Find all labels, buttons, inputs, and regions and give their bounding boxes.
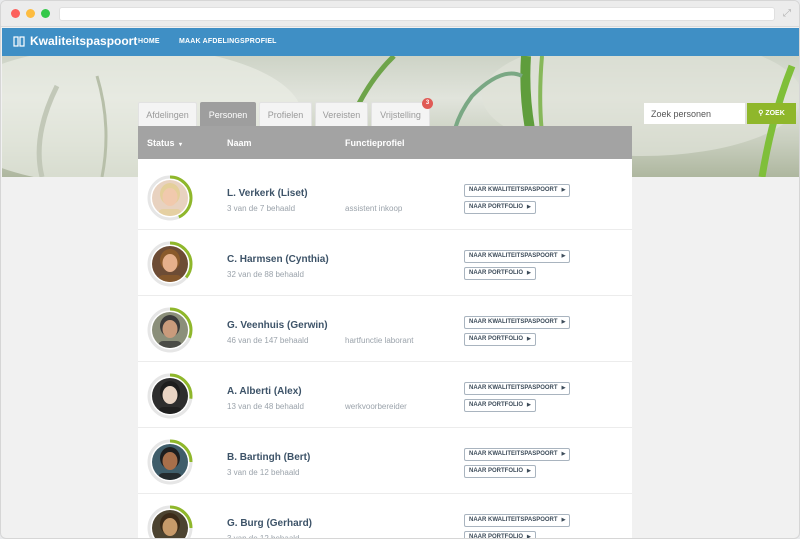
top-navbar: Kwaliteitspaspoort HOME MAAK AFDELINGSPR… [2,28,799,56]
play-arrow-icon: ▶ [527,336,531,342]
naar-kwaliteitspaspoort-label: NAAR KWALITEITSPASPOORT [469,451,558,457]
status-header-label: Status [147,138,175,148]
person-name[interactable]: L. Verkerk (Liset) [227,188,308,199]
table-header: Status ▾ Naam Functieprofiel [138,126,632,159]
naar-portfolio-label: NAAR PORTFOLIO [469,468,523,474]
fullscreen-icon[interactable]: ⤢ [783,7,791,21]
naar-portfolio-label: NAAR PORTFOLIO [469,204,523,210]
brand-name: Kwaliteitspaspoort [30,34,138,48]
address-bar[interactable] [59,7,775,21]
play-arrow-icon: ▶ [561,319,566,325]
person-row[interactable]: A. Alberti (Alex) 13 van de 48 behaald w… [138,362,632,428]
play-arrow-icon: ▶ [561,385,566,391]
person-functieprofiel: hartfunctie laborant [345,336,414,345]
play-arrow-icon: ▶ [527,468,531,474]
play-arrow-icon: ▶ [561,253,566,259]
browser-titlebar: ⤢ [1,1,799,27]
person-row[interactable]: G. Burg (Gerhard) 3 van de 12 behaald NA… [138,494,632,539]
naar-portfolio-button[interactable]: NAAR PORTFOLIO ▶ [464,399,536,412]
naar-kwaliteitspaspoort-label: NAAR KWALITEITSPASPOORT [469,385,558,391]
person-name[interactable]: C. Harmsen (Cynthia) [227,254,329,265]
progress-ring [147,241,193,287]
naar-portfolio-label: NAAR PORTFOLIO [469,534,523,539]
person-progress: 32 van de 88 behaald [227,270,304,279]
person-name[interactable]: G. Burg (Gerhard) [227,518,312,529]
play-arrow-icon: ▶ [561,187,566,193]
play-arrow-icon: ▶ [527,402,531,408]
naar-kwaliteitspaspoort-label: NAAR KWALITEITSPASPOORT [469,517,558,523]
progress-ring [147,439,193,485]
naar-kwaliteitspaspoort-button[interactable]: NAAR KWALITEITSPASPOORT ▶ [464,514,571,527]
progress-ring [147,175,193,221]
tab-profielen[interactable]: Profielen [259,102,312,126]
person-row[interactable]: C. Harmsen (Cynthia) 32 van de 88 behaal… [138,230,632,296]
naar-portfolio-button[interactable]: NAAR PORTFOLIO ▶ [464,531,536,539]
avatar [152,510,188,538]
avatar [152,312,188,348]
play-arrow-icon: ▶ [527,204,531,210]
nav-maak-afdelingsprofiel[interactable]: MAAK AFDELINGSPROFIEL [179,38,277,45]
play-arrow-icon: ▶ [561,517,566,523]
progress-ring [147,505,193,538]
tab-vrijstelling-label: Vrijstelling [380,110,421,120]
person-progress: 3 van de 7 behaald [227,204,296,213]
naar-portfolio-label: NAAR PORTFOLIO [469,336,523,342]
person-progress: 46 van de 147 behaald [227,336,309,345]
minimize-window-button[interactable] [26,9,35,18]
naar-kwaliteitspaspoort-button[interactable]: NAAR KWALITEITSPASPOORT ▶ [464,316,571,329]
person-row[interactable]: B. Bartingh (Bert) 3 van de 12 behaald N… [138,428,632,494]
browser-window: ⤢ Kwaliteitspaspoort HOME MAAK AFDELINGS… [0,0,800,539]
avatar [152,246,188,282]
naar-kwaliteitspaspoort-label: NAAR KWALITEITSPASPOORT [469,187,558,193]
naar-kwaliteitspaspoort-button[interactable]: NAAR KWALITEITSPASPOORT ▶ [464,184,571,197]
person-row[interactable]: L. Verkerk (Liset) 3 van de 7 behaald as… [138,164,632,230]
progress-ring [147,307,193,353]
naam-column-header: Naam [227,138,252,148]
person-row[interactable]: G. Veenhuis (Gerwin) 46 van de 147 behaa… [138,296,632,362]
brand-logo[interactable]: Kwaliteitspaspoort [13,34,137,48]
play-arrow-icon: ▶ [561,451,566,457]
person-name[interactable]: B. Bartingh (Bert) [227,452,310,463]
person-functieprofiel: assistent inkoop [345,204,403,213]
person-name[interactable]: G. Veenhuis (Gerwin) [227,320,328,331]
play-arrow-icon: ▶ [527,534,531,539]
tab-vrijstelling[interactable]: Vrijstelling 3 [371,98,433,126]
search-input[interactable] [644,103,745,124]
person-progress: 3 van de 12 behaald [227,468,300,477]
chevron-down-icon: ▾ [179,142,183,148]
naar-kwaliteitspaspoort-button[interactable]: NAAR KWALITEITSPASPOORT ▶ [464,382,571,395]
tab-afdelingen[interactable]: Afdelingen [138,102,197,126]
search-icon: ⚲ [758,110,764,117]
play-arrow-icon: ▶ [527,270,531,276]
tab-vereisten[interactable]: Vereisten [315,102,368,126]
functieprofiel-column-header: Functieprofiel [345,138,405,148]
avatar [152,180,188,216]
avatar [152,378,188,414]
search-button[interactable]: ⚲ ZOEK [747,103,796,124]
close-window-button[interactable] [11,9,20,18]
maximize-window-button[interactable] [41,9,50,18]
progress-ring [147,373,193,419]
naar-portfolio-button[interactable]: NAAR PORTFOLIO ▶ [464,333,536,346]
status-column-header[interactable]: Status ▾ [147,138,182,148]
naar-portfolio-button[interactable]: NAAR PORTFOLIO ▶ [464,465,536,478]
naar-kwaliteitspaspoort-button[interactable]: NAAR KWALITEITSPASPOORT ▶ [464,250,571,263]
nav-home[interactable]: HOME [138,38,160,45]
naar-kwaliteitspaspoort-label: NAAR KWALITEITSPASPOORT [469,253,558,259]
naar-portfolio-label: NAAR PORTFOLIO [469,402,523,408]
naar-kwaliteitspaspoort-button[interactable]: NAAR KWALITEITSPASPOORT ▶ [464,448,571,461]
naar-portfolio-label: NAAR PORTFOLIO [469,270,523,276]
tab-personen[interactable]: Personen [200,102,256,126]
naar-portfolio-button[interactable]: NAAR PORTFOLIO ▶ [464,201,536,214]
naar-kwaliteitspaspoort-label: NAAR KWALITEITSPASPOORT [469,319,558,325]
person-progress: 3 van de 12 behaald [227,534,300,539]
person-progress: 13 van de 48 behaald [227,402,304,411]
passport-icon [13,35,25,47]
naar-portfolio-button[interactable]: NAAR PORTFOLIO ▶ [464,267,536,280]
notification-badge: 3 [422,98,433,109]
search-button-label: ZOEK [765,110,785,117]
person-name[interactable]: A. Alberti (Alex) [227,386,302,397]
person-functieprofiel: werkvoorbereider [345,402,407,411]
avatar [152,444,188,480]
